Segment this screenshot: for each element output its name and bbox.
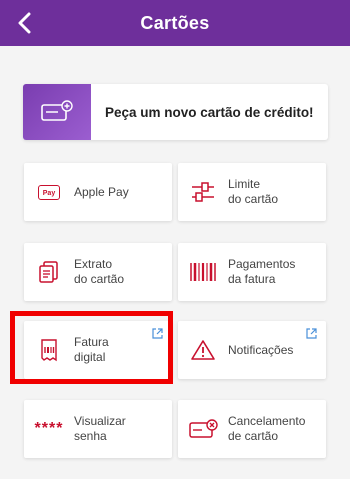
card-limit-button[interactable]: Limite do cartão: [178, 163, 326, 221]
card-statement-label: Extrato do cartão: [74, 257, 125, 286]
chevron-left-icon: [18, 12, 31, 34]
warning-icon: [178, 339, 228, 361]
cancel-card-label: Cancelamento de cartão: [228, 414, 306, 443]
page-title: Cartões: [140, 12, 210, 33]
app-header: Cartões: [0, 0, 350, 46]
card-limit-label: Limite do cartão: [228, 177, 279, 206]
password-stars: ****: [34, 420, 64, 437]
notifications-label: Notificações: [228, 342, 294, 357]
view-password-button[interactable]: **** Visualizar senha: [24, 400, 172, 458]
digital-invoice-button[interactable]: Fatura digital: [24, 321, 172, 379]
external-link-icon: [306, 328, 317, 339]
invoice-payments-button[interactable]: Pagamentos da fatura: [178, 243, 326, 301]
sliders-icon: [178, 181, 228, 203]
banner-label: Peça um novo cartão de crédito!: [105, 104, 314, 120]
apple-pay-icon: Pay: [24, 184, 74, 200]
view-password-label: Visualizar senha: [74, 414, 126, 443]
add-card-icon: [23, 84, 91, 140]
new-card-banner[interactable]: Peça um novo cartão de crédito!: [23, 84, 328, 140]
apple-pay-badge: Pay: [37, 184, 61, 200]
invoice-payments-label: Pagamentos da fatura: [228, 257, 296, 286]
digital-invoice-icon: [24, 338, 74, 362]
apple-pay-label: Apple Pay: [74, 184, 129, 199]
card-statement-button[interactable]: Extrato do cartão: [24, 243, 172, 301]
statement-icon: [24, 260, 74, 284]
barcode-icon: [178, 261, 228, 283]
external-link-icon: [152, 328, 163, 339]
cancel-card-button[interactable]: Cancelamento de cartão: [178, 400, 326, 458]
cancel-card-icon: [178, 418, 228, 440]
digital-invoice-label: Fatura digital: [74, 335, 109, 364]
apple-pay-button[interactable]: Pay Apple Pay: [24, 163, 172, 221]
password-icon: ****: [24, 420, 74, 438]
notifications-button[interactable]: Notificações: [178, 321, 326, 379]
back-button[interactable]: [10, 8, 40, 38]
